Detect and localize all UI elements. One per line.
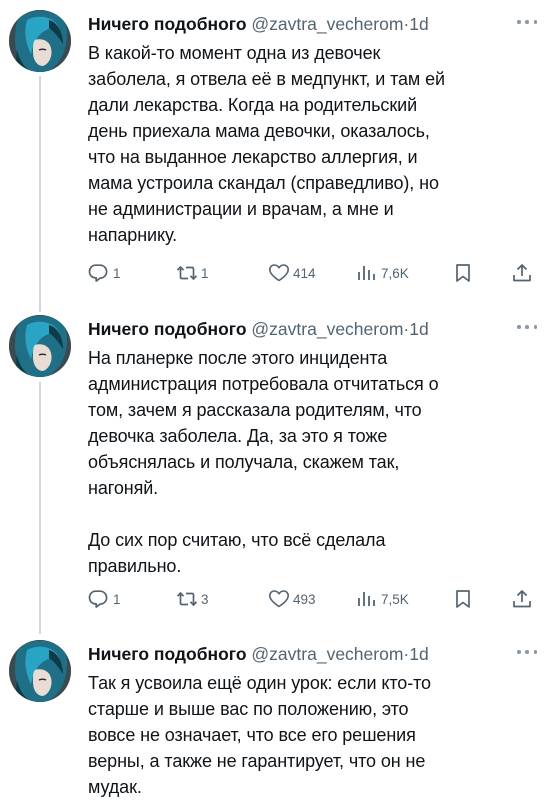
tweet-header: Ничего подобного @zavtra_vecherom·1d <box>88 12 538 36</box>
author-name[interactable]: Ничего подобного <box>88 644 247 664</box>
like-button[interactable]: 493 <box>268 588 316 610</box>
heart-icon <box>268 590 290 608</box>
reply-count: 1 <box>113 591 121 607</box>
retweet-count: 3 <box>201 591 209 607</box>
tweet-text: На планерке после этого инцидента админи… <box>88 348 439 576</box>
bookmark-icon <box>456 590 470 608</box>
more-dots-icon[interactable] <box>517 14 537 30</box>
share-icon <box>513 264 531 282</box>
timestamp[interactable]: 1d <box>409 319 428 339</box>
tweet[interactable]: Ничего подобного @zavtra_vecherom·1d В к… <box>0 10 549 310</box>
bookmark-button[interactable] <box>452 588 474 610</box>
share-icon <box>513 590 531 608</box>
action-bar: 1 3 493 7,5K <box>88 588 533 610</box>
tweet[interactable]: Ничего подобного @zavtra_vecherom·1d На … <box>0 315 549 635</box>
views-chart-icon <box>358 591 375 607</box>
views-count: 7,5K <box>381 591 409 607</box>
tweet-header: Ничего подобного @zavtra_vecherom·1d <box>88 642 538 666</box>
retweet-count: 1 <box>201 265 209 281</box>
reply-count: 1 <box>113 265 121 281</box>
retweet-icon <box>176 266 198 280</box>
avatar[interactable] <box>9 10 71 72</box>
views-count: 7,6K <box>381 265 409 281</box>
heart-icon <box>268 264 290 282</box>
tweet-text: В какой-то момент одна из девочек заболе… <box>88 43 445 245</box>
author-handle[interactable]: @zavtra_vecherom <box>251 319 403 339</box>
share-button[interactable] <box>511 262 533 284</box>
reply-button[interactable]: 1 <box>88 262 121 284</box>
more-dots-icon[interactable] <box>517 319 537 335</box>
timestamp[interactable]: 1d <box>409 644 428 664</box>
reply-button[interactable]: 1 <box>88 588 121 610</box>
action-bar: 1 1 414 7,6K <box>88 262 533 284</box>
timestamp[interactable]: 1d <box>409 14 428 34</box>
like-count: 493 <box>293 591 316 607</box>
avatar[interactable] <box>9 640 71 702</box>
share-button[interactable] <box>511 588 533 610</box>
like-count: 414 <box>293 265 316 281</box>
bookmark-button[interactable] <box>452 262 474 284</box>
avatar[interactable] <box>9 315 71 377</box>
retweet-button[interactable]: 3 <box>176 588 209 610</box>
views-chart-icon <box>358 265 375 281</box>
retweet-button[interactable]: 1 <box>176 262 209 284</box>
like-button[interactable]: 414 <box>268 262 316 284</box>
reply-icon <box>88 264 108 282</box>
views-button[interactable]: 7,5K <box>356 588 409 610</box>
tweet-header: Ничего подобного @zavtra_vecherom·1d <box>88 317 538 341</box>
tweet-text: Так я усвоила ещё один урок: если кто-то… <box>88 673 431 797</box>
more-dots-icon[interactable] <box>517 644 537 660</box>
retweet-icon <box>176 592 198 606</box>
bookmark-icon <box>456 264 470 282</box>
reply-icon <box>88 590 108 608</box>
tweet[interactable]: Ничего подобного @zavtra_vecherom·1d Так… <box>0 640 549 800</box>
views-button[interactable]: 7,6K <box>356 262 409 284</box>
author-name[interactable]: Ничего подобного <box>88 14 247 34</box>
author-handle[interactable]: @zavtra_vecherom <box>251 644 403 664</box>
author-handle[interactable]: @zavtra_vecherom <box>251 14 403 34</box>
author-name[interactable]: Ничего подобного <box>88 319 247 339</box>
